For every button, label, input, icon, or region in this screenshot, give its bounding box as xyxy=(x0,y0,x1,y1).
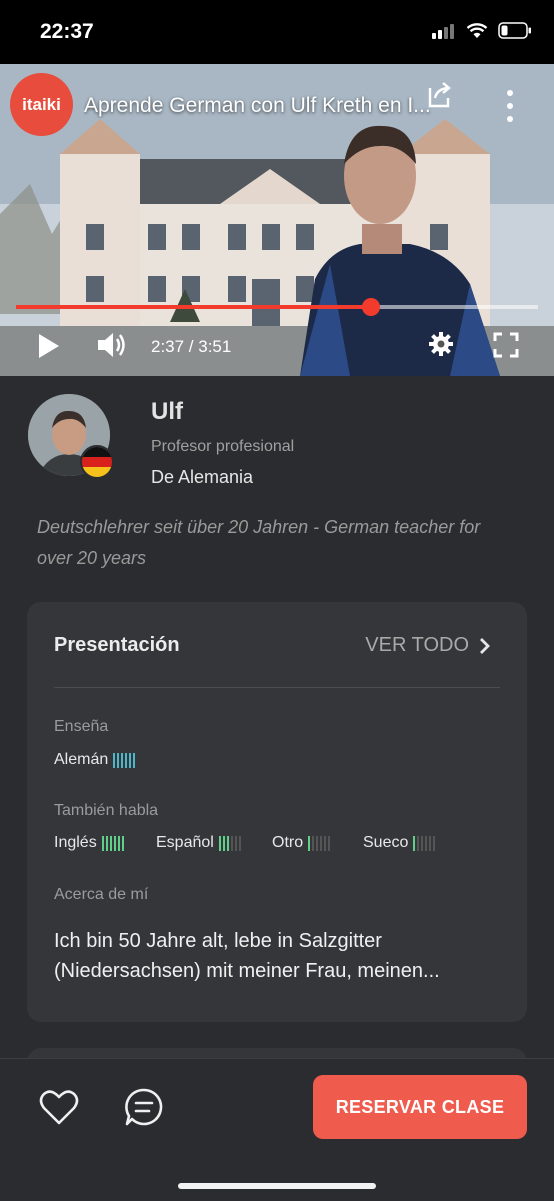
proficiency-bar xyxy=(328,835,331,851)
chevron-right-icon xyxy=(480,637,490,654)
status-time: 22:37 xyxy=(40,20,94,43)
proficiency-bar xyxy=(105,835,108,851)
book-class-button[interactable]: RESERVAR CLASE xyxy=(313,1075,527,1139)
cellular-signal-icon xyxy=(432,23,454,39)
about-text[interactable]: Ich bin 50 Jahre alt, lebe in Salzgitter… xyxy=(54,926,504,986)
proficiency-bar xyxy=(316,835,319,851)
fullscreen-icon[interactable] xyxy=(493,332,519,358)
proficiency-bar xyxy=(238,835,241,851)
spoken-language: Otro xyxy=(272,834,331,852)
proficiency-bar xyxy=(413,835,416,851)
proficiency-bar xyxy=(421,835,424,851)
proficiency-bar xyxy=(113,752,116,768)
teaches-language: Alemán xyxy=(54,751,136,769)
teaches-label: Enseña xyxy=(54,718,109,735)
proficiency-bar xyxy=(117,752,120,768)
language-name: Alemán xyxy=(54,751,109,768)
proficiency-bar xyxy=(222,835,225,851)
video-progress-bar[interactable] xyxy=(16,298,538,316)
proficiency-bar xyxy=(417,835,420,851)
language-name: Inglés xyxy=(54,834,97,851)
favorite-heart-icon[interactable] xyxy=(38,1087,80,1129)
proficiency-bar xyxy=(433,835,436,851)
about-label: Acerca de mí xyxy=(54,886,149,903)
proficiency-bar xyxy=(320,835,323,851)
proficiency-bar xyxy=(101,835,104,851)
more-options-icon[interactable] xyxy=(498,88,522,124)
spoken-language: Inglés xyxy=(54,834,124,852)
spoken-language: Español xyxy=(156,834,241,852)
home-indicator[interactable] xyxy=(178,1183,376,1189)
status-icons xyxy=(432,22,532,39)
settings-icon[interactable] xyxy=(428,331,454,357)
proficiency-bar xyxy=(125,752,128,768)
proficiency-bars xyxy=(101,835,124,851)
proficiency-bar xyxy=(230,835,233,851)
wifi-icon xyxy=(466,22,488,38)
video-progress-fill xyxy=(16,305,371,309)
spoken-language: Sueco xyxy=(363,834,436,852)
also-speaks-label: También habla xyxy=(54,802,159,819)
proficiency-bar xyxy=(226,835,229,851)
presentation-title: Presentación xyxy=(54,634,180,656)
proficiency-bar xyxy=(121,835,124,851)
status-bar: 22:37 xyxy=(0,0,554,64)
message-icon[interactable] xyxy=(124,1087,164,1127)
proficiency-bars xyxy=(218,835,241,851)
language-name: Sueco xyxy=(363,834,409,851)
play-icon[interactable] xyxy=(37,332,61,360)
teacher-role: Profesor profesional xyxy=(151,438,295,455)
proficiency-bars xyxy=(308,835,331,851)
proficiency-bar xyxy=(129,752,132,768)
video-progress-handle[interactable] xyxy=(361,298,380,316)
teacher-origin: De Alemania xyxy=(151,467,254,487)
view-all-button[interactable]: VER TODO xyxy=(365,634,491,657)
proficiency-bar xyxy=(429,835,432,851)
view-all-label: VER TODO xyxy=(365,634,469,656)
proficiency-bar xyxy=(133,752,136,768)
proficiency-bar xyxy=(117,835,120,851)
proficiency-bar xyxy=(113,835,116,851)
language-name: Otro xyxy=(272,834,304,851)
proficiency-bar xyxy=(425,835,428,851)
video-title[interactable]: Aprende German con Ulf Kreth en I... xyxy=(84,94,469,118)
volume-icon[interactable] xyxy=(96,330,128,360)
bottom-action-bar: RESERVAR CLASE xyxy=(0,1058,554,1201)
teacher-tagline: Deutschlehrer seit über 20 Jahren - Germ… xyxy=(37,517,481,568)
proficiency-bar xyxy=(218,835,221,851)
battery-icon xyxy=(498,22,531,39)
proficiency-bar xyxy=(121,752,124,768)
proficiency-bars xyxy=(113,752,136,768)
video-time-display: 2:37 / 3:51 xyxy=(151,337,232,356)
proficiency-bars xyxy=(413,835,436,851)
channel-logo[interactable]: itaiki xyxy=(10,73,73,136)
divider xyxy=(54,687,500,688)
proficiency-bar xyxy=(324,835,327,851)
video-player[interactable]: itaiki Aprende German con Ulf Kreth en I… xyxy=(0,64,554,376)
proficiency-bar xyxy=(312,835,315,851)
proficiency-bar xyxy=(234,835,237,851)
proficiency-bar xyxy=(109,835,112,851)
teacher-name: Ulf xyxy=(151,398,183,425)
germany-flag-icon xyxy=(80,445,114,479)
language-name: Español xyxy=(156,834,214,851)
share-icon[interactable] xyxy=(424,80,454,110)
proficiency-bar xyxy=(308,835,311,851)
presentation-card: Presentación VER TODO Enseña Alemán Tamb… xyxy=(27,602,527,1022)
